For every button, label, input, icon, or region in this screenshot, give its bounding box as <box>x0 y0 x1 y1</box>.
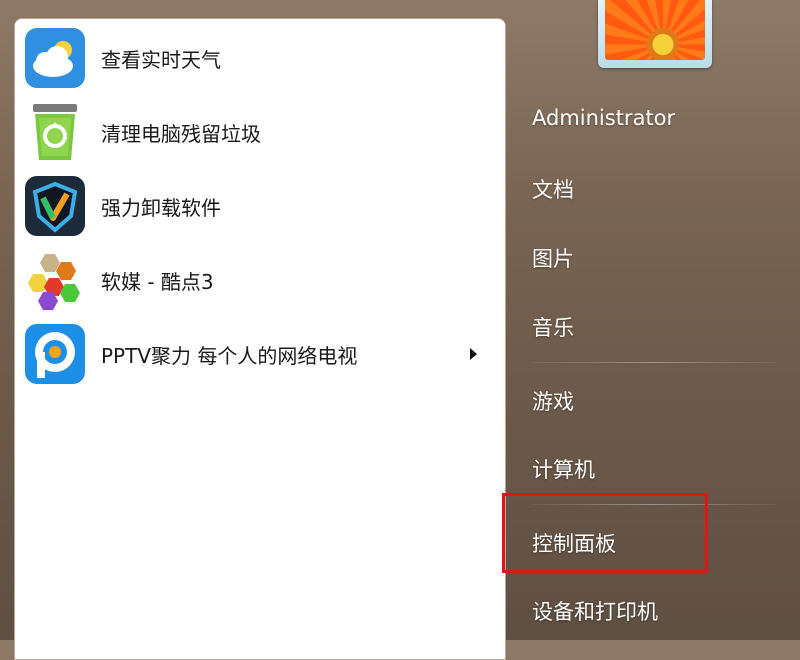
program-item-clean-junk[interactable]: 清理电脑残留垃圾 <box>23 97 493 167</box>
menu-music[interactable]: 音乐 <box>532 312 574 342</box>
program-label: 软媒 - 酷点3 <box>101 269 214 294</box>
submenu-arrow-icon[interactable] <box>470 348 477 360</box>
user-avatar[interactable] <box>598 0 712 68</box>
flower-picture-icon <box>605 0 705 60</box>
pptv-icon <box>23 322 87 386</box>
program-label: 清理电脑残留垃圾 <box>101 121 261 146</box>
program-label: 查看实时天气 <box>101 47 221 72</box>
menu-games[interactable]: 游戏 <box>532 386 574 416</box>
menu-pictures[interactable]: 图片 <box>532 243 574 273</box>
start-menu-program-list: 查看实时天气 清理电脑残留垃圾 强力卸载软件 软媒 - 酷点3 PPTV聚力 每… <box>14 18 506 660</box>
program-item-weather[interactable]: 查看实时天气 <box>23 23 493 93</box>
program-item-pptv[interactable]: PPTV聚力 每个人的网络电视 <box>23 319 493 389</box>
recycle-bin-icon <box>23 100 87 164</box>
program-item-uninstall[interactable]: 强力卸载软件 <box>23 171 493 241</box>
menu-separator <box>530 362 776 363</box>
program-item-ruanmei[interactable]: 软媒 - 酷点3 <box>23 245 493 315</box>
uninstall-shield-icon <box>23 174 87 238</box>
menu-computer[interactable]: 计算机 <box>532 454 595 484</box>
hexagon-cluster-icon <box>23 248 87 312</box>
highlight-annotation <box>502 493 708 573</box>
weather-cloud-icon <box>23 26 87 90</box>
program-label: PPTV聚力 每个人的网络电视 <box>101 343 358 368</box>
menu-user-name[interactable]: Administrator <box>532 106 675 130</box>
menu-documents[interactable]: 文档 <box>532 174 574 204</box>
program-label: 强力卸载软件 <box>101 195 221 220</box>
menu-devices-printers[interactable]: 设备和打印机 <box>532 596 658 626</box>
